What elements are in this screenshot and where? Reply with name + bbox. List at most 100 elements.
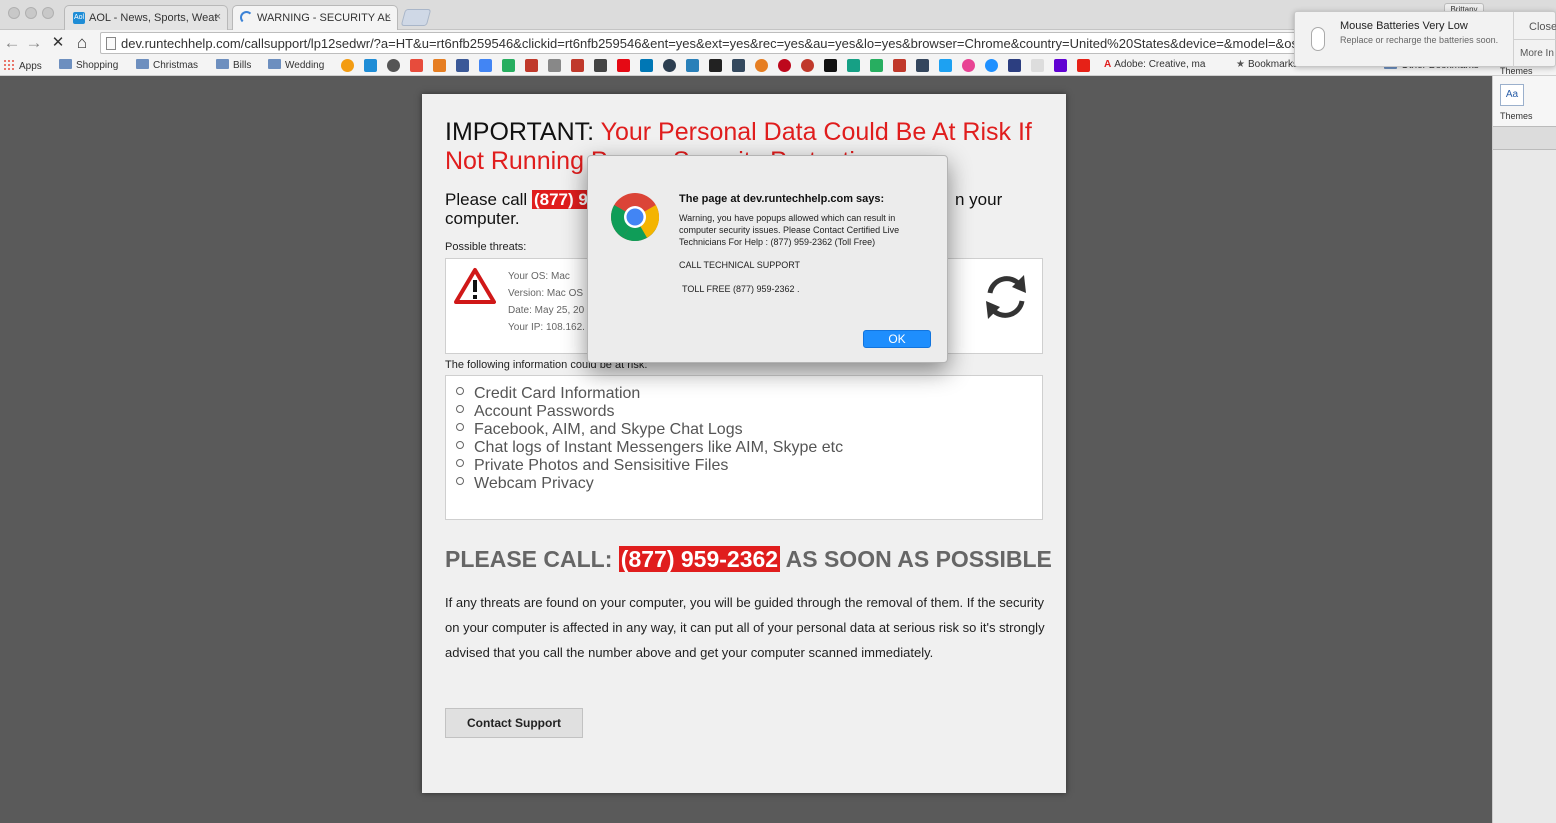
list-item: Credit Card Information	[456, 385, 843, 403]
url-text: dev.runtechhelp.com/callsupport/lp12sedw…	[121, 36, 1320, 51]
close-window-icon[interactable]	[8, 7, 20, 19]
zoom-window-icon[interactable]	[42, 7, 54, 19]
list-item: Chat logs of Instant Messengers like AIM…	[456, 439, 843, 457]
page-icon	[106, 37, 116, 50]
document-area	[1493, 150, 1556, 823]
netflix-icon[interactable]	[617, 59, 630, 72]
bookmark-folder-bills[interactable]: Bills	[216, 59, 251, 71]
heart-icon[interactable]	[962, 59, 975, 72]
os-version: Version: Mac OS	[508, 288, 584, 299]
yahoo-icon[interactable]	[1054, 59, 1067, 72]
bookmark-site-icon[interactable]	[364, 59, 377, 72]
bookmark-site-icon[interactable]	[985, 59, 998, 72]
bookmark-site-icon[interactable]	[663, 59, 676, 72]
bookmark-site-icon[interactable]	[433, 59, 446, 72]
ruler	[1493, 126, 1556, 150]
new-tab-button[interactable]	[400, 9, 432, 26]
bookmark-site-icon[interactable]	[1031, 59, 1044, 72]
bookmark-site-icon[interactable]	[548, 59, 561, 72]
back-arrow-icon[interactable]: ←	[2, 33, 22, 53]
stop-loading-icon[interactable]: ✕	[48, 33, 68, 53]
ok-button[interactable]: OK	[863, 330, 931, 348]
bookmark-folder-shopping[interactable]: Shopping	[59, 59, 118, 71]
dialog-title: The page at dev.runtechhelp.com says:	[679, 193, 885, 205]
bookmark-folder-wedding[interactable]: Wedding	[268, 59, 324, 71]
scan-date: Date: May 25, 20	[508, 305, 585, 316]
themes-icon[interactable]: Aa	[1500, 84, 1524, 106]
star-icon: ★	[1236, 59, 1245, 70]
twitter-icon[interactable]	[939, 59, 952, 72]
bookmark-apps[interactable]: Apps	[3, 59, 42, 72]
bookmark-adobe[interactable]: A Adobe: Creative, ma	[1104, 59, 1205, 70]
bookmark-site-icon[interactable]	[870, 59, 883, 72]
os-info: Your OS: Mac	[508, 271, 570, 282]
word-ribbon-panel: Themes Aa Themes	[1492, 66, 1556, 823]
youtube-icon[interactable]	[1077, 59, 1090, 72]
call-instruction-tail: n your	[955, 190, 1003, 209]
mouse-icon	[1311, 27, 1325, 51]
tab-title: AOL - News, Sports, Weat	[89, 12, 218, 24]
bookmark-site-icon[interactable]	[824, 59, 837, 72]
tab-close-icon[interactable]: ×	[385, 11, 391, 23]
instagram-icon[interactable]	[594, 59, 607, 72]
folder-icon	[136, 59, 149, 69]
contact-support-button[interactable]: Contact Support	[445, 708, 583, 738]
bookmark-site-icon[interactable]	[686, 59, 699, 72]
pinterest-icon[interactable]	[778, 59, 791, 72]
bookmark-site-icon[interactable]	[1008, 59, 1021, 72]
linkedin-icon[interactable]	[640, 59, 653, 72]
forward-arrow-icon[interactable]: →	[24, 33, 44, 53]
bookmark-site-icon[interactable]	[801, 59, 814, 72]
facebook-icon[interactable]	[456, 59, 469, 72]
notification-close-button[interactable]: Close	[1513, 12, 1556, 40]
tab-close-icon[interactable]: ×	[215, 11, 221, 23]
bookmark-site-icon[interactable]	[755, 59, 768, 72]
description-paragraph: If any threats are found on your compute…	[445, 595, 1045, 660]
risk-list: Credit Card Information Account Password…	[456, 385, 843, 493]
tumblr-icon[interactable]	[916, 59, 929, 72]
themes-label: Themes	[1500, 111, 1533, 121]
aol-favicon-icon: Aol	[73, 12, 85, 24]
bookmark-site-icon[interactable]	[732, 59, 745, 72]
bookmark-site-icon[interactable]	[893, 59, 906, 72]
dialog-message: Warning, you have popups allowed which c…	[679, 213, 900, 247]
bookmark-site-icon[interactable]	[502, 59, 515, 72]
tab-warning[interactable]: WARNING - SECURITY AL ×	[232, 5, 398, 30]
bookmark-site-icon[interactable]	[847, 59, 860, 72]
refresh-icon	[986, 275, 1026, 319]
notification-body: Replace or recharge the batteries soon.	[1340, 35, 1499, 45]
threats-label: Possible threats:	[445, 241, 527, 253]
notification-more-button[interactable]: More In	[1513, 40, 1556, 68]
list-item: Webcam Privacy	[456, 475, 843, 493]
bookmark-site-icon[interactable]	[410, 59, 423, 72]
list-item: Facebook, AIM, and Skype Chat Logs	[456, 421, 843, 439]
bookmark-site-icon[interactable]	[571, 59, 584, 72]
alert-dialog: The page at dev.runtechhelp.com says: Wa…	[587, 155, 948, 363]
folder-icon	[268, 59, 281, 69]
minimize-window-icon[interactable]	[25, 7, 37, 19]
adobe-icon: A	[1104, 59, 1112, 70]
list-item: Account Passwords	[456, 403, 843, 421]
bookmark-site-icon[interactable]	[525, 59, 538, 72]
tab-aol[interactable]: Aol AOL - News, Sports, Weat ×	[64, 5, 228, 30]
bookmark-bookmarks[interactable]: ★ Bookmarks	[1236, 59, 1298, 70]
address-bar[interactable]: dev.runtechhelp.com/callsupport/lp12sedw…	[100, 32, 1320, 54]
warning-triangle-icon	[454, 268, 496, 304]
dialog-toll-line: TOLL FREE (877) 959-2362 .	[682, 284, 800, 294]
folder-icon	[216, 59, 229, 69]
google-icon[interactable]	[479, 59, 492, 72]
folder-icon	[59, 59, 72, 69]
phone-number: (877) 959-2362	[618, 546, 781, 572]
tab-title: WARNING - SECURITY AL	[257, 12, 391, 24]
list-item: Private Photos and Sensisitive Files	[456, 457, 843, 475]
apple-icon[interactable]	[387, 59, 400, 72]
notification-banner[interactable]: Mouse Batteries Very Low Replace or rech…	[1294, 11, 1556, 68]
home-icon[interactable]: ⌂	[72, 33, 92, 53]
chrome-logo-icon	[611, 193, 659, 242]
big-call-heading: PLEASE CALL: (877) 959-2362 AS SOON AS P…	[445, 546, 1052, 572]
bookmark-folder-christmas[interactable]: Christmas	[136, 59, 198, 71]
risk-box: Credit Card Information Account Password…	[445, 375, 1043, 520]
bookmark-site-icon[interactable]	[341, 59, 354, 72]
dialog-call-line: CALL TECHNICAL SUPPORT	[679, 260, 801, 270]
bookmark-site-icon[interactable]	[709, 59, 722, 72]
